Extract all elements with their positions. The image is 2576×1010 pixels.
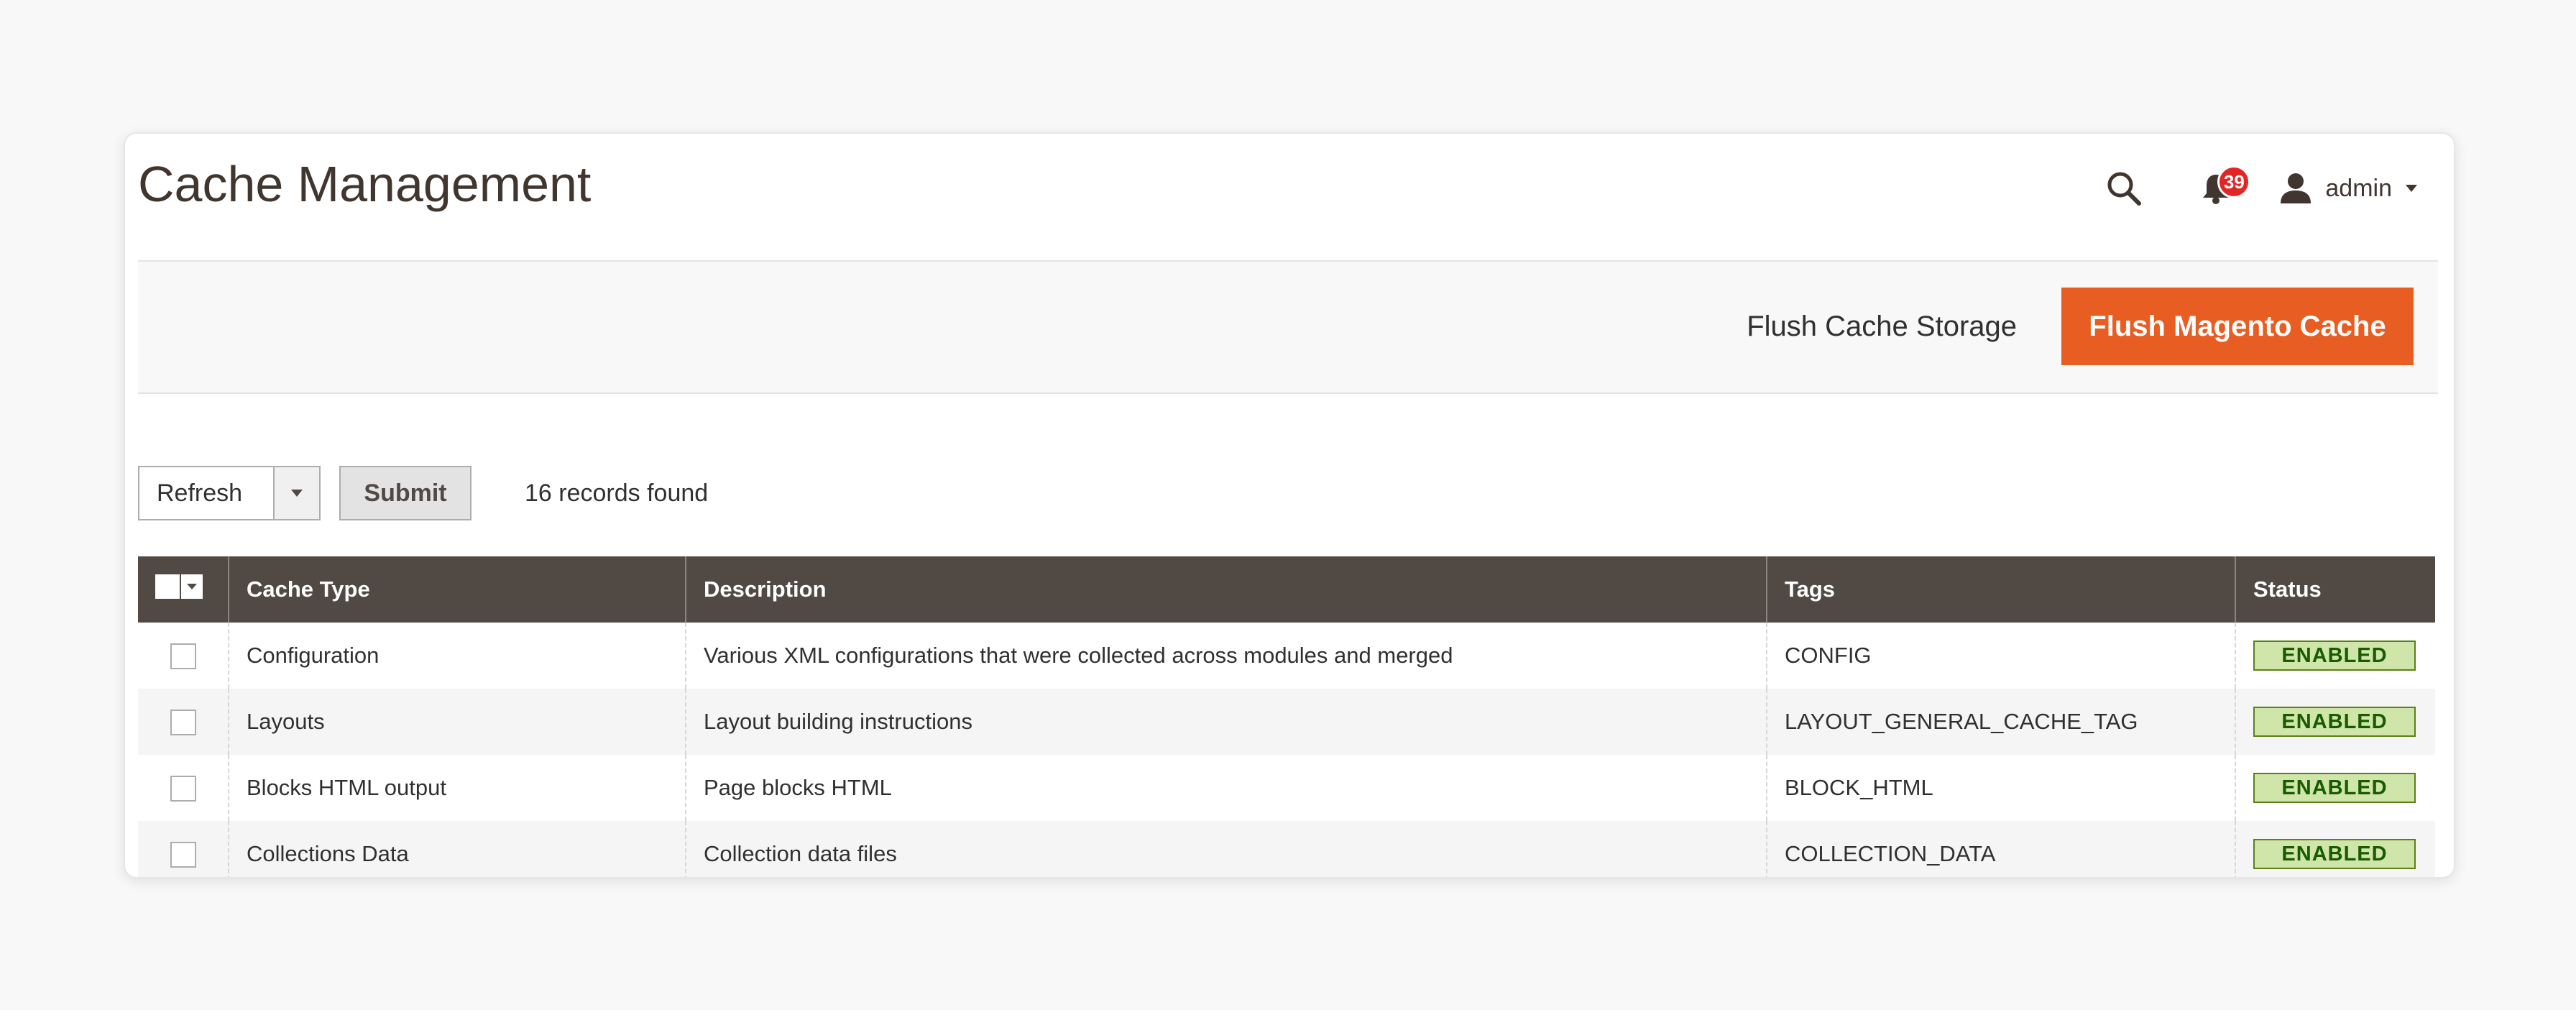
row-checkbox[interactable] xyxy=(170,841,196,868)
description-cell: Collection data files xyxy=(685,821,1767,877)
status-cell: ENABLED xyxy=(2235,623,2435,689)
mass-action-select[interactable]: Refresh xyxy=(138,466,321,520)
tags-cell: CONFIG xyxy=(1766,623,2235,689)
table-row: Blocks HTML output Page blocks HTML BLOC… xyxy=(138,755,2435,821)
caret-down-icon xyxy=(2406,185,2417,192)
user-name: admin xyxy=(2325,174,2392,202)
notification-count-badge: 39 xyxy=(2217,165,2251,198)
description-cell: Page blocks HTML xyxy=(685,755,1767,821)
notifications-button[interactable]: 39 xyxy=(2193,165,2251,211)
row-checkbox-cell xyxy=(138,689,229,755)
status-badge: ENABLED xyxy=(2253,707,2416,737)
mass-select-control[interactable] xyxy=(155,574,203,599)
row-checkbox-cell xyxy=(138,623,229,689)
flush-cache-storage-button[interactable]: Flush Cache Storage xyxy=(1747,299,2017,354)
records-found: 16 records found xyxy=(525,479,709,507)
select-options-toggle[interactable] xyxy=(181,574,203,599)
grid-actions: Refresh Submit 16 records found xyxy=(138,464,708,522)
tags-cell: COLLECTION_DATA xyxy=(1766,821,2235,877)
column-header-status[interactable]: Status xyxy=(2235,556,2435,623)
cache-type-cell: Blocks HTML output xyxy=(228,755,686,821)
cache-type-cell: Collections Data xyxy=(228,821,686,877)
tags-cell: BLOCK_HTML xyxy=(1766,755,2235,821)
description-cell: Layout building instructions xyxy=(685,689,1767,755)
table-header-row: Cache Type Description Tags Status xyxy=(138,556,2435,623)
row-checkbox-cell xyxy=(138,821,229,877)
header-actions: 39 admin xyxy=(2101,160,2418,217)
table-row: Layouts Layout building instructions LAY… xyxy=(138,689,2435,755)
cache-table: Cache Type Description Tags Status Confi… xyxy=(138,556,2435,877)
caret-down-icon xyxy=(291,490,303,497)
mass-action-dropdown-toggle[interactable] xyxy=(273,467,319,519)
table-row: Configuration Various XML configurations… xyxy=(138,623,2435,689)
cache-type-cell: Layouts xyxy=(228,689,686,755)
description-cell: Various XML configurations that were col… xyxy=(685,623,1767,689)
page-actions-bar: Flush Cache Storage Flush Magento Cache xyxy=(138,260,2438,394)
submit-button[interactable]: Submit xyxy=(339,466,472,520)
page-title: Cache Management xyxy=(138,156,592,212)
status-badge: ENABLED xyxy=(2253,641,2416,671)
row-checkbox[interactable] xyxy=(170,643,196,669)
status-cell: ENABLED xyxy=(2235,689,2435,755)
user-menu[interactable]: admin xyxy=(2279,172,2418,205)
mass-select-header xyxy=(138,556,229,623)
row-checkbox-cell xyxy=(138,755,229,821)
tags-cell: LAYOUT_GENERAL_CACHE_TAG xyxy=(1766,689,2235,755)
status-cell: ENABLED xyxy=(2235,821,2435,877)
caret-down-icon xyxy=(187,584,197,589)
flush-magento-cache-button[interactable]: Flush Magento Cache xyxy=(2061,288,2414,365)
column-header-cache-type[interactable]: Cache Type xyxy=(228,556,686,623)
admin-panel: Cache Management 39 admin Flush Cache St… xyxy=(124,132,2455,878)
status-badge: ENABLED xyxy=(2253,839,2416,869)
column-header-description[interactable]: Description xyxy=(685,556,1767,623)
column-header-tags[interactable]: Tags xyxy=(1766,556,2235,623)
status-badge: ENABLED xyxy=(2253,773,2416,803)
status-cell: ENABLED xyxy=(2235,755,2435,821)
user-icon xyxy=(2281,173,2312,203)
search-button[interactable] xyxy=(2101,165,2147,211)
mass-action-value: Refresh xyxy=(157,479,243,507)
search-icon xyxy=(2107,172,2142,206)
row-checkbox[interactable] xyxy=(170,775,196,802)
table-row: Collections Data Collection data files C… xyxy=(138,821,2435,877)
cache-type-cell: Configuration xyxy=(228,623,686,689)
select-all-checkbox[interactable] xyxy=(155,574,180,599)
row-checkbox[interactable] xyxy=(170,709,196,735)
